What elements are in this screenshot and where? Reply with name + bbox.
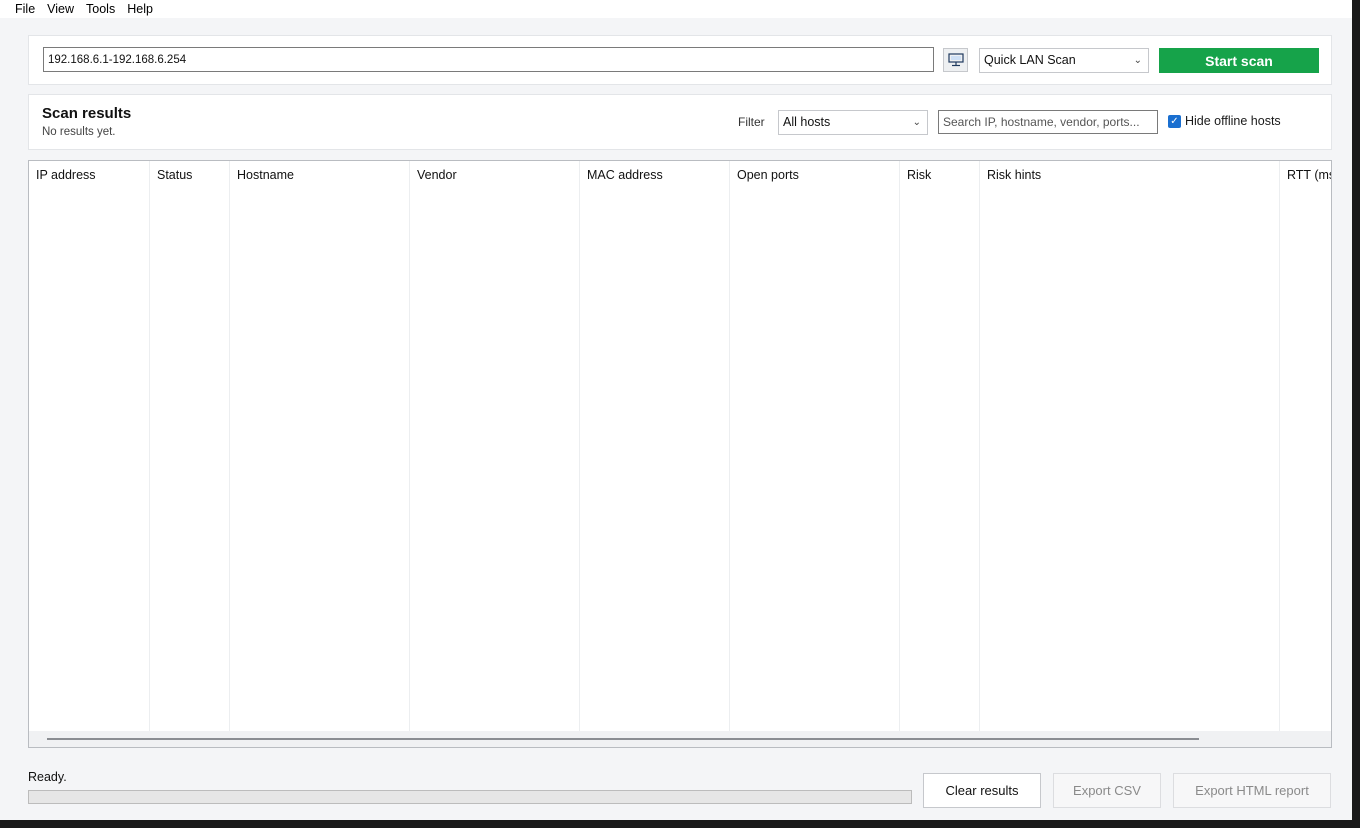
- export-html-report-button[interactable]: Export HTML report: [1173, 773, 1331, 808]
- results-subtitle: No results yet.: [42, 126, 116, 138]
- scrollbar-thumb[interactable]: [47, 738, 1199, 740]
- checkmark-icon[interactable]: ✓: [1168, 114, 1181, 128]
- target-range-input[interactable]: [43, 47, 934, 72]
- filter-label: Filter: [738, 115, 765, 129]
- scan-panel: Quick LAN Scan ⌄ Start scan: [28, 35, 1332, 85]
- status-text: Ready.: [28, 770, 67, 784]
- column-line: [580, 161, 730, 731]
- scan-profile-select[interactable]: Quick LAN Scan ⌄: [979, 48, 1149, 73]
- column-header-ip[interactable]: IP address: [29, 161, 150, 189]
- chevron-down-icon: ⌄: [1133, 55, 1142, 66]
- results-header-panel: Scan results No results yet. Filter All …: [28, 94, 1332, 150]
- column-line: [410, 161, 580, 731]
- column-line: [150, 161, 230, 731]
- menu-bar: File View Tools Help: [0, 0, 1352, 18]
- hide-offline-label: Hide offline hosts: [1185, 114, 1281, 128]
- horizontal-scrollbar[interactable]: [29, 731, 1331, 747]
- menu-help[interactable]: Help: [121, 0, 159, 18]
- clear-results-button[interactable]: Clear results: [923, 773, 1041, 808]
- column-line: [29, 161, 150, 731]
- scan-profile-value: Quick LAN Scan: [984, 53, 1076, 67]
- scan-progress-bar: [28, 790, 912, 804]
- menu-view[interactable]: View: [41, 0, 80, 18]
- column-grid: [29, 161, 1280, 731]
- start-scan-button[interactable]: Start scan: [1159, 48, 1319, 73]
- export-csv-button[interactable]: Export CSV: [1053, 773, 1161, 808]
- filter-select[interactable]: All hosts ⌄: [778, 110, 928, 135]
- results-title: Scan results: [42, 105, 132, 122]
- table-header: IP address Status Hostname Vendor MAC ad…: [29, 161, 1331, 189]
- menu-file[interactable]: File: [9, 0, 41, 18]
- column-line: [230, 161, 410, 731]
- network-adapter-icon: [947, 53, 964, 67]
- results-table[interactable]: IP address Status Hostname Vendor MAC ad…: [28, 160, 1332, 748]
- column-line: [730, 161, 900, 731]
- column-header-risk-hints[interactable]: Risk hints: [980, 161, 1280, 189]
- menu-tools[interactable]: Tools: [80, 0, 121, 18]
- column-line: [980, 161, 1280, 731]
- chevron-down-icon: ⌄: [912, 117, 921, 128]
- column-header-rtt[interactable]: RTT (ms): [1280, 161, 1331, 189]
- filter-value: All hosts: [783, 115, 831, 129]
- select-interface-button[interactable]: [943, 48, 968, 72]
- column-header-risk[interactable]: Risk: [900, 161, 980, 189]
- column-header-open-ports[interactable]: Open ports: [730, 161, 900, 189]
- app-window: File View Tools Help Quick LAN Scan ⌄ St…: [0, 0, 1352, 820]
- hide-offline-toggle[interactable]: ✓ Hide offline hosts: [1168, 114, 1281, 128]
- column-header-status[interactable]: Status: [150, 161, 230, 189]
- column-header-mac[interactable]: MAC address: [580, 161, 730, 189]
- column-line: [900, 161, 980, 731]
- search-input[interactable]: [938, 110, 1158, 134]
- column-header-vendor[interactable]: Vendor: [410, 161, 580, 189]
- column-header-hostname[interactable]: Hostname: [230, 161, 410, 189]
